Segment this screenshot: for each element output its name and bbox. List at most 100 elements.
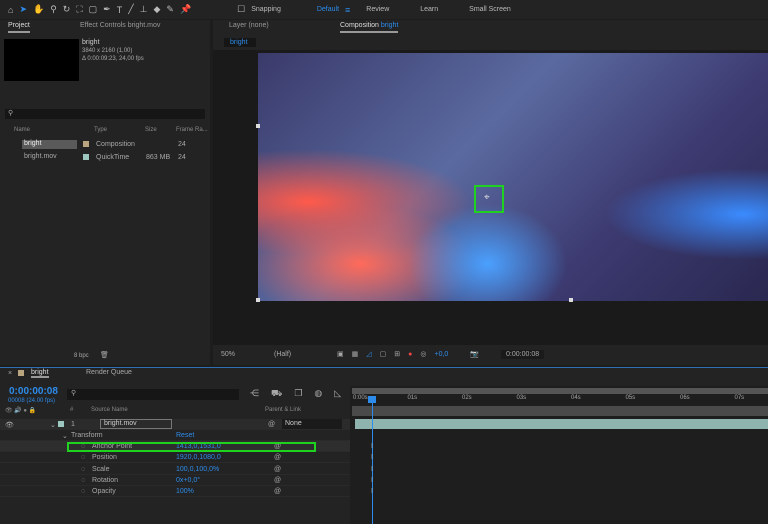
anchor-point-icon[interactable]: ⌖ bbox=[484, 192, 490, 203]
pickwhip-icon[interactable]: @ bbox=[274, 454, 281, 461]
selection-tool-icon[interactable]: ➤ bbox=[19, 4, 27, 15]
playhead-handle[interactable] bbox=[368, 396, 376, 403]
property-row[interactable]: ◌ Position 1920,0,1080,0 @ bbox=[0, 452, 350, 464]
col-size[interactable]: Size bbox=[145, 127, 157, 133]
workspace-menu-icon[interactable]: ≡ bbox=[345, 5, 350, 15]
property-value[interactable]: 100,0,100,0% bbox=[176, 466, 219, 473]
stamp-tool-icon[interactable]: ⊥ bbox=[140, 4, 148, 15]
hand-tool-icon[interactable]: ✋ bbox=[33, 4, 44, 15]
workspace-default[interactable]: Default bbox=[317, 6, 339, 13]
project-item[interactable]: bright Composition 24 bbox=[0, 139, 210, 150]
pickwhip-icon[interactable]: @ bbox=[274, 477, 281, 484]
workspace-learn[interactable]: Learn bbox=[420, 6, 438, 13]
shy-icon[interactable]: ⛟ bbox=[271, 388, 282, 400]
eraser-tool-icon[interactable]: ◆ bbox=[153, 4, 160, 15]
bpc-button[interactable]: 8 bpc bbox=[74, 353, 89, 359]
parent-dropdown[interactable]: None bbox=[282, 419, 342, 429]
safe-zones-icon[interactable]: ▢ bbox=[380, 350, 387, 358]
av-switches-icon: 👁 🔊 ● 🔒 bbox=[5, 408, 37, 414]
reset-button[interactable]: Reset bbox=[176, 432, 194, 439]
col-type[interactable]: Type bbox=[94, 127, 107, 133]
timeline-search-input[interactable]: ⚲ bbox=[67, 389, 239, 400]
close-icon[interactable]: × bbox=[8, 370, 12, 377]
puppet-tool-icon[interactable]: 📌 bbox=[180, 4, 191, 15]
motion-blur-icon[interactable]: ◍ bbox=[314, 388, 322, 400]
property-row[interactable]: ◌ Rotation 0x+0,0° @ bbox=[0, 475, 350, 486]
keyframe-marker[interactable]: I bbox=[371, 466, 373, 473]
channel-icon[interactable]: ● bbox=[408, 351, 412, 358]
stopwatch-icon[interactable]: ◌ bbox=[81, 488, 85, 495]
mask-icon[interactable]: ◿ bbox=[366, 350, 371, 358]
tab-layer[interactable]: Layer (none) bbox=[229, 22, 269, 29]
transform-handle[interactable] bbox=[569, 298, 573, 302]
graph-editor-icon[interactable]: ◺ bbox=[334, 388, 341, 400]
tab-effect-controls[interactable]: Effect Controls bright.mov bbox=[80, 22, 160, 29]
layer-label-color[interactable] bbox=[58, 421, 64, 427]
keyframe-marker[interactable]: I bbox=[371, 488, 373, 495]
search-icon: ⚲ bbox=[71, 390, 77, 397]
property-value[interactable]: 1920,0,1080,0 bbox=[176, 454, 221, 461]
frame-blend-icon[interactable]: ❐ bbox=[294, 388, 302, 400]
property-row[interactable]: ◌ Opacity 100% @ bbox=[0, 486, 350, 498]
expand-chevron-icon[interactable]: ⌄ bbox=[50, 421, 56, 429]
tab-project[interactable]: Project bbox=[8, 22, 30, 33]
resolution-dropdown[interactable]: (Half) bbox=[274, 351, 329, 358]
property-value[interactable]: 0x+0,0° bbox=[176, 477, 200, 484]
project-item[interactable]: bright.mov QuickTime 863 MB 24 bbox=[0, 152, 210, 163]
property-row[interactable]: ◌ Scale 100,0,100,0% @ bbox=[0, 464, 350, 475]
region-icon[interactable]: ▣ bbox=[337, 350, 344, 358]
rotate-tool-icon[interactable]: ↻ bbox=[63, 4, 71, 15]
stopwatch-icon[interactable]: ◌ bbox=[81, 466, 85, 473]
home-icon[interactable]: ⌂ bbox=[8, 5, 13, 15]
transparency-icon[interactable]: ▦ bbox=[352, 350, 359, 358]
snapping-checkbox[interactable]: ☐ bbox=[237, 4, 245, 15]
stopwatch-icon[interactable]: ◌ bbox=[81, 477, 85, 484]
visibility-icon[interactable]: 👁 bbox=[5, 421, 14, 429]
trash-icon[interactable]: 🗑 bbox=[100, 351, 109, 359]
viewer-controls: 50% (Half) ▣ ▦ ◿ ▢ ⊞ ● ◎ +0,0 📷 0:00:00:… bbox=[213, 346, 768, 362]
pickwhip-icon[interactable]: @ bbox=[268, 421, 275, 428]
brush-tool-icon[interactable]: ╱ bbox=[128, 4, 133, 15]
property-value[interactable]: 100% bbox=[176, 488, 194, 495]
exposure-icon[interactable]: ◎ bbox=[420, 350, 426, 358]
tab-render-queue[interactable]: Render Queue bbox=[86, 369, 132, 376]
video-frame[interactable] bbox=[258, 53, 768, 301]
roto-tool-icon[interactable]: ✎ bbox=[166, 4, 174, 15]
stopwatch-icon[interactable]: ◌ bbox=[81, 454, 85, 461]
anchor-tool-icon[interactable]: ⛶ bbox=[76, 4, 82, 15]
snapshot-icon[interactable]: 📷 bbox=[470, 350, 479, 358]
pen-tool-icon[interactable]: ✒ bbox=[103, 4, 111, 15]
comp-breadcrumb[interactable]: bright bbox=[224, 38, 256, 47]
pickwhip-icon[interactable]: @ bbox=[274, 488, 281, 495]
grid-icon[interactable]: ⊞ bbox=[394, 350, 400, 358]
transform-group[interactable]: ⌄ Transform Reset bbox=[0, 430, 350, 441]
layer-row[interactable]: 👁 ⌄ 1 bright.mov @ None bbox=[0, 419, 350, 430]
thumbnail bbox=[4, 39, 79, 81]
rectangle-tool-icon[interactable]: ▢ bbox=[89, 4, 98, 15]
zoom-tool-icon[interactable]: ⚲ bbox=[50, 4, 57, 15]
tab-timeline-bright[interactable]: bright bbox=[31, 369, 49, 378]
project-search-input[interactable]: ⚲ bbox=[5, 109, 205, 119]
zoom-dropdown[interactable]: 50% bbox=[221, 351, 266, 358]
exposure-value[interactable]: +0,0 bbox=[434, 351, 448, 358]
expand-chevron-icon[interactable]: ⌄ bbox=[62, 432, 68, 440]
timecode-display[interactable]: 0:00:00:08 bbox=[501, 349, 545, 359]
col-fps[interactable]: Frame Ra... bbox=[176, 127, 208, 133]
work-area-bar[interactable] bbox=[352, 388, 768, 394]
layer-bar[interactable] bbox=[355, 419, 768, 429]
transform-handle[interactable] bbox=[256, 124, 260, 128]
keyframe-marker[interactable]: I bbox=[371, 454, 373, 461]
current-time[interactable]: 0:00:00:08 bbox=[9, 386, 58, 397]
transform-handle[interactable] bbox=[256, 298, 260, 302]
workspace-small-screen[interactable]: Small Screen bbox=[469, 6, 511, 13]
flowchart-icon[interactable]: ⋲ bbox=[250, 388, 259, 400]
workspace-review[interactable]: Review bbox=[366, 6, 389, 13]
col-name[interactable]: Name bbox=[14, 127, 30, 133]
keyframe-marker[interactable]: I bbox=[371, 477, 373, 484]
time-ruler[interactable]: 0:00s 01s 02s 03s 04s 05s 06s 07s bbox=[350, 395, 768, 405]
layer-name[interactable]: bright.mov bbox=[100, 419, 172, 429]
pickwhip-icon[interactable]: @ bbox=[274, 466, 281, 473]
search-icon: ⚲ bbox=[8, 110, 14, 117]
keyframe-marker[interactable]: I bbox=[371, 443, 373, 450]
text-tool-icon[interactable]: T bbox=[117, 5, 123, 15]
